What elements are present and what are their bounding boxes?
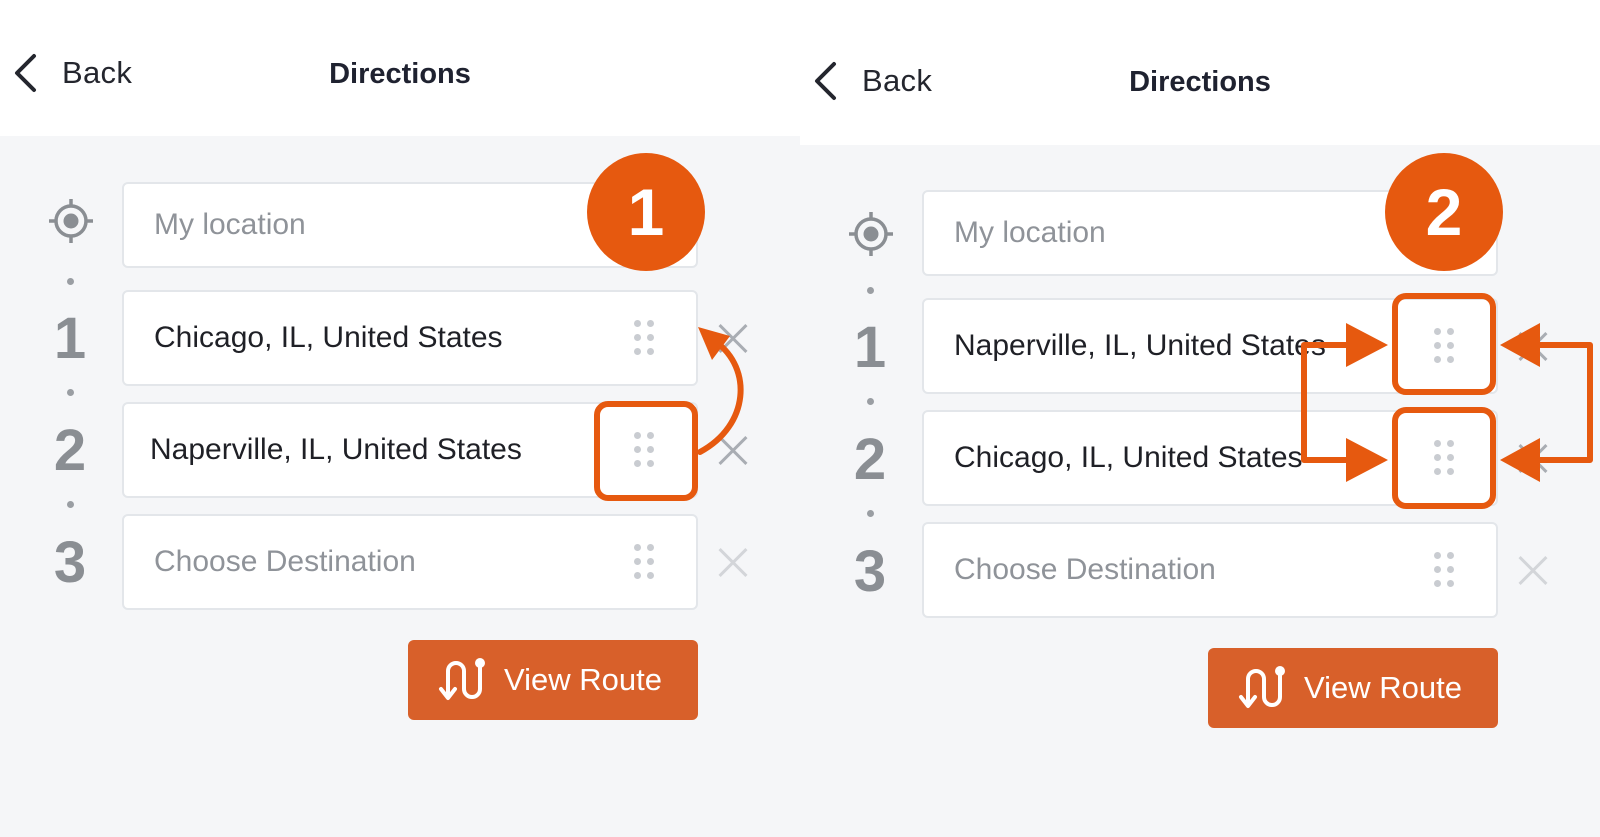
drag-handle-icon[interactable] [634, 320, 658, 356]
header-bar: Back Directions [0, 0, 800, 136]
stop-number: 2 [53, 418, 87, 483]
destination-field[interactable]: Choose Destination [122, 514, 698, 610]
connector-dot [67, 389, 74, 396]
remove-stop-icon[interactable] [718, 435, 748, 465]
directions-panel-step-2: Back Directions My location 1 Naperville… [800, 0, 1600, 837]
crosshair-icon [849, 212, 893, 256]
page-title: Directions [329, 58, 471, 90]
stop-text: Chicago, IL, United States [154, 321, 503, 354]
connector-dot [67, 501, 74, 508]
connector-dot [867, 398, 874, 405]
drag-handle-highlight [594, 401, 698, 501]
stop-number: 2 [853, 427, 887, 492]
remove-stop-icon[interactable] [1518, 555, 1548, 585]
drag-handle-highlight [1392, 293, 1496, 395]
view-route-button[interactable]: View Route [1208, 648, 1498, 728]
connector-dot [867, 510, 874, 517]
connector-dot [867, 287, 874, 294]
route-icon [1239, 666, 1285, 708]
drag-handle-icon[interactable] [634, 544, 658, 580]
directions-panel-step-1: Back Directions My location 1 Chicago, I… [0, 0, 800, 837]
origin-text: My location [954, 216, 1106, 249]
view-route-button[interactable]: View Route [408, 640, 698, 720]
stop-number: 1 [53, 306, 87, 371]
drag-handle-icon[interactable] [1434, 552, 1458, 588]
route-icon [439, 658, 485, 700]
remove-stop-icon[interactable] [1518, 443, 1548, 473]
origin-text: My location [154, 208, 306, 241]
destination-placeholder: Choose Destination [154, 545, 416, 578]
remove-stop-icon[interactable] [718, 323, 748, 353]
stop-text: Naperville, IL, United States [954, 329, 1326, 362]
stop-field[interactable]: Chicago, IL, United States [122, 290, 698, 386]
step-badge: 1 [587, 153, 705, 271]
stop-text: Chicago, IL, United States [954, 441, 1303, 474]
remove-stop-icon[interactable] [1518, 331, 1548, 361]
view-route-label: View Route [504, 662, 662, 697]
header-bar: Back Directions [800, 8, 1600, 145]
destination-placeholder: Choose Destination [954, 553, 1216, 586]
connector-dot [67, 278, 74, 285]
stop-number: 1 [853, 315, 887, 380]
view-route-label: View Route [1304, 670, 1462, 705]
crosshair-icon [49, 199, 93, 243]
stop-text: Naperville, IL, United States [150, 433, 522, 466]
stop-number: 3 [53, 530, 87, 595]
destination-field[interactable]: Choose Destination [922, 522, 1498, 618]
step-badge: 2 [1385, 153, 1503, 271]
stop-number: 3 [853, 539, 887, 604]
drag-handle-highlight [1392, 407, 1496, 509]
remove-stop-icon[interactable] [718, 547, 748, 577]
page-title: Directions [1129, 66, 1271, 98]
